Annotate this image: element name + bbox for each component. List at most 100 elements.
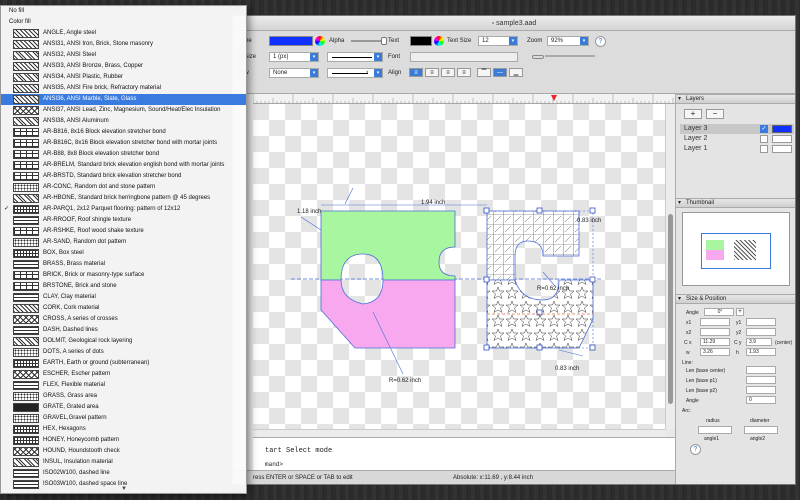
menu-item[interactable]: CLAY, Clay material	[1, 292, 246, 303]
menu-item[interactable]: ANGLE, Angle steel	[1, 28, 246, 39]
angle-stepper[interactable]: +	[736, 308, 744, 316]
menu-item[interactable]: CORK, Cork material	[1, 303, 246, 314]
alpha-slider[interactable]	[351, 37, 387, 45]
fill-pattern-menu[interactable]: No fill Color fill ANGLE, Angle steel ANSI3…	[0, 5, 247, 494]
len-center-field[interactable]	[746, 366, 776, 374]
canvas-svg[interactable]: 1.94 inch 1.18 inch 0.83 inch R=0.62 inc…	[253, 104, 665, 429]
menu-item[interactable]: DASH, Dashed lines	[1, 325, 246, 336]
layer-row-3[interactable]: Layer 3 ✓	[680, 124, 794, 134]
menu-item[interactable]: AR-B816, 8x16 Block elevation stretcher …	[1, 127, 246, 138]
len-p1-field[interactable]	[746, 376, 776, 384]
layers-header[interactable]: ▾ Layers	[676, 94, 795, 104]
size-help-button[interactable]: ?	[690, 444, 701, 455]
menu-item[interactable]: ANSI37, ANSI Lead, Zinc, Magnesium, Soun…	[1, 105, 246, 116]
text-color-swatch[interactable]	[410, 36, 432, 46]
line-color-swatch[interactable]	[269, 36, 313, 46]
size-position-header[interactable]: ▾ Size & Position	[676, 294, 795, 304]
menu-item[interactable]: GRAVEL,Gravel pattern	[1, 413, 246, 424]
menu-item[interactable]: FLEX, Flexible material	[1, 380, 246, 391]
menu-item[interactable]: BOX, Box steel	[1, 248, 246, 259]
menu-item[interactable]: INSUL, Insulation material	[1, 457, 246, 468]
alpha-slider-knob[interactable]	[381, 37, 387, 45]
valign-top-button[interactable]: ▔	[477, 68, 491, 77]
scroll-thumb[interactable]	[668, 214, 673, 404]
menu-item[interactable]: ANSI32, ANSI Steel	[1, 50, 246, 61]
text-color-wheel-icon[interactable]	[434, 36, 444, 46]
menu-item[interactable]: HEX, Hexagons	[1, 424, 246, 435]
menu-item[interactable]: EARTH, Earth or ground (subterranean)	[1, 358, 246, 369]
arrow-style-select[interactable]: › ▾	[327, 68, 383, 78]
angle-field[interactable]: 0°	[704, 308, 734, 316]
green-shape[interactable]	[320, 210, 456, 281]
menu-item[interactable]: ANSI36, ANSI Marble, Slate, Glass	[1, 94, 246, 105]
menu-item[interactable]: DOLMIT, Geological rock layering	[1, 336, 246, 347]
h-field[interactable]: 1.93	[746, 348, 776, 356]
layer-row-1[interactable]: Layer 1	[680, 144, 794, 154]
layer-color-swatch[interactable]	[772, 145, 792, 153]
menu-item[interactable]: ANSI31, ANSI Iron, Brick, Stone masonry	[1, 39, 246, 50]
menu-item[interactable]: No fill	[1, 6, 246, 17]
line-color-wheel-icon[interactable]	[315, 36, 325, 46]
menu-item[interactable]: ESCHER, Escher pattern	[1, 369, 246, 380]
line-angle-field[interactable]: 0	[746, 396, 776, 404]
drawing-canvas[interactable]: 1.94 inch 1.18 inch 0.83 inch R=0.62 inc…	[253, 104, 665, 429]
menu-item[interactable]: AR-B816C, 8x16 Block elevation stretcher…	[1, 138, 246, 149]
radius-field[interactable]	[698, 426, 732, 434]
y2-field[interactable]	[746, 328, 776, 336]
valign-middle-button[interactable]: —	[493, 68, 507, 77]
len-p2-field[interactable]	[746, 386, 776, 394]
text-size-slider[interactable]	[532, 55, 544, 59]
menu-item[interactable]: Color fill	[1, 17, 246, 28]
valign-bottom-button[interactable]: ▁	[509, 68, 523, 77]
menu-item[interactable]: BRSTONE, Brick and stone	[1, 281, 246, 292]
cx-field[interactable]: 11.29	[700, 338, 730, 346]
menu-item[interactable]: ISO02W100, dashed line	[1, 468, 246, 479]
menu-item[interactable]: AR-RROOF, Roof shingle texture	[1, 215, 246, 226]
menu-item[interactable]: ANSI35, ANSI Fire brick, Refractory mate…	[1, 83, 246, 94]
layer-visible-checkbox[interactable]: ✓	[760, 125, 768, 133]
layer-row-2[interactable]: Layer 2	[680, 134, 794, 144]
font-select[interactable]	[410, 52, 518, 62]
layer-visible-checkbox[interactable]	[760, 145, 768, 153]
menu-item[interactable]: ANSI33, ANSI Bronze, Brass, Copper	[1, 61, 246, 72]
line-size-select[interactable]: 1 (px) ▾	[269, 52, 319, 62]
canvas-vertical-scrollbar[interactable]	[665, 104, 675, 429]
menu-item[interactable]: AR-BRSTD, Standard brick elevation stret…	[1, 171, 246, 182]
x1-field[interactable]	[700, 318, 730, 326]
cy-field[interactable]: 3.9	[746, 338, 772, 346]
thumbnail-preview[interactable]	[682, 212, 790, 286]
menu-item[interactable]: CROSS, A series of crosses	[1, 314, 246, 325]
diameter-field[interactable]	[744, 426, 778, 434]
scroll-down-arrow-icon[interactable]: ▼	[121, 486, 127, 492]
help-button[interactable]: ?	[595, 36, 606, 47]
text-size-select[interactable]: 12 ▾	[478, 36, 518, 46]
align-left-button[interactable]: ≡	[409, 68, 423, 77]
menu-item[interactable]: GRATE, Grated area	[1, 402, 246, 413]
menu-item[interactable]: AR-B88, 8x8 Block elevation stretcher bo…	[1, 149, 246, 160]
menu-item[interactable]: ANSI34, ANSI Plastic, Rubber	[1, 72, 246, 83]
align-center-button[interactable]: ≡	[425, 68, 439, 77]
menu-item[interactable]: AR-BRELM, Standard brick elevation engli…	[1, 160, 246, 171]
canvas-horizontal-scrollbar[interactable]	[253, 429, 665, 437]
menu-item[interactable]: DOTS, A series of dots	[1, 347, 246, 358]
menu-item[interactable]: GRASS, Grass area	[1, 391, 246, 402]
menu-item[interactable]: ANSI38, ANSI Aluminum	[1, 116, 246, 127]
y1-field[interactable]	[746, 318, 776, 326]
menu-item[interactable]: BRICK, Brick or masonry-type surface	[1, 270, 246, 281]
arrow-select[interactable]: None ▾	[269, 68, 319, 78]
menu-item[interactable]: HONEY, Honeycomb pattern	[1, 435, 246, 446]
w-field[interactable]: 3.26	[700, 348, 730, 356]
line-style-select[interactable]: ▾	[327, 52, 383, 62]
align-justify-button[interactable]: ≡	[457, 68, 471, 77]
command-console[interactable]: tart Select mode mand>	[253, 437, 675, 470]
menu-item[interactable]: AR-RSHKE, Roof wood shake texture	[1, 226, 246, 237]
menu-item[interactable]: HOUND, Houndstooth check	[1, 446, 246, 457]
layer-visible-checkbox[interactable]	[760, 135, 768, 143]
menu-item[interactable]: BRASS, Brass material	[1, 259, 246, 270]
menu-item[interactable]: ✓ AR-PARQ1, 2x12 Parquet flooring: patter…	[1, 204, 246, 215]
thumbnail-header[interactable]: ▾ Thumbnail	[676, 198, 795, 208]
zoom-select[interactable]: 92% ▾	[547, 36, 589, 46]
add-layer-button[interactable]: +	[684, 109, 702, 119]
layer-color-swatch[interactable]	[772, 135, 792, 143]
menu-item[interactable]: AR-SAND, Random dot pattern	[1, 237, 246, 248]
